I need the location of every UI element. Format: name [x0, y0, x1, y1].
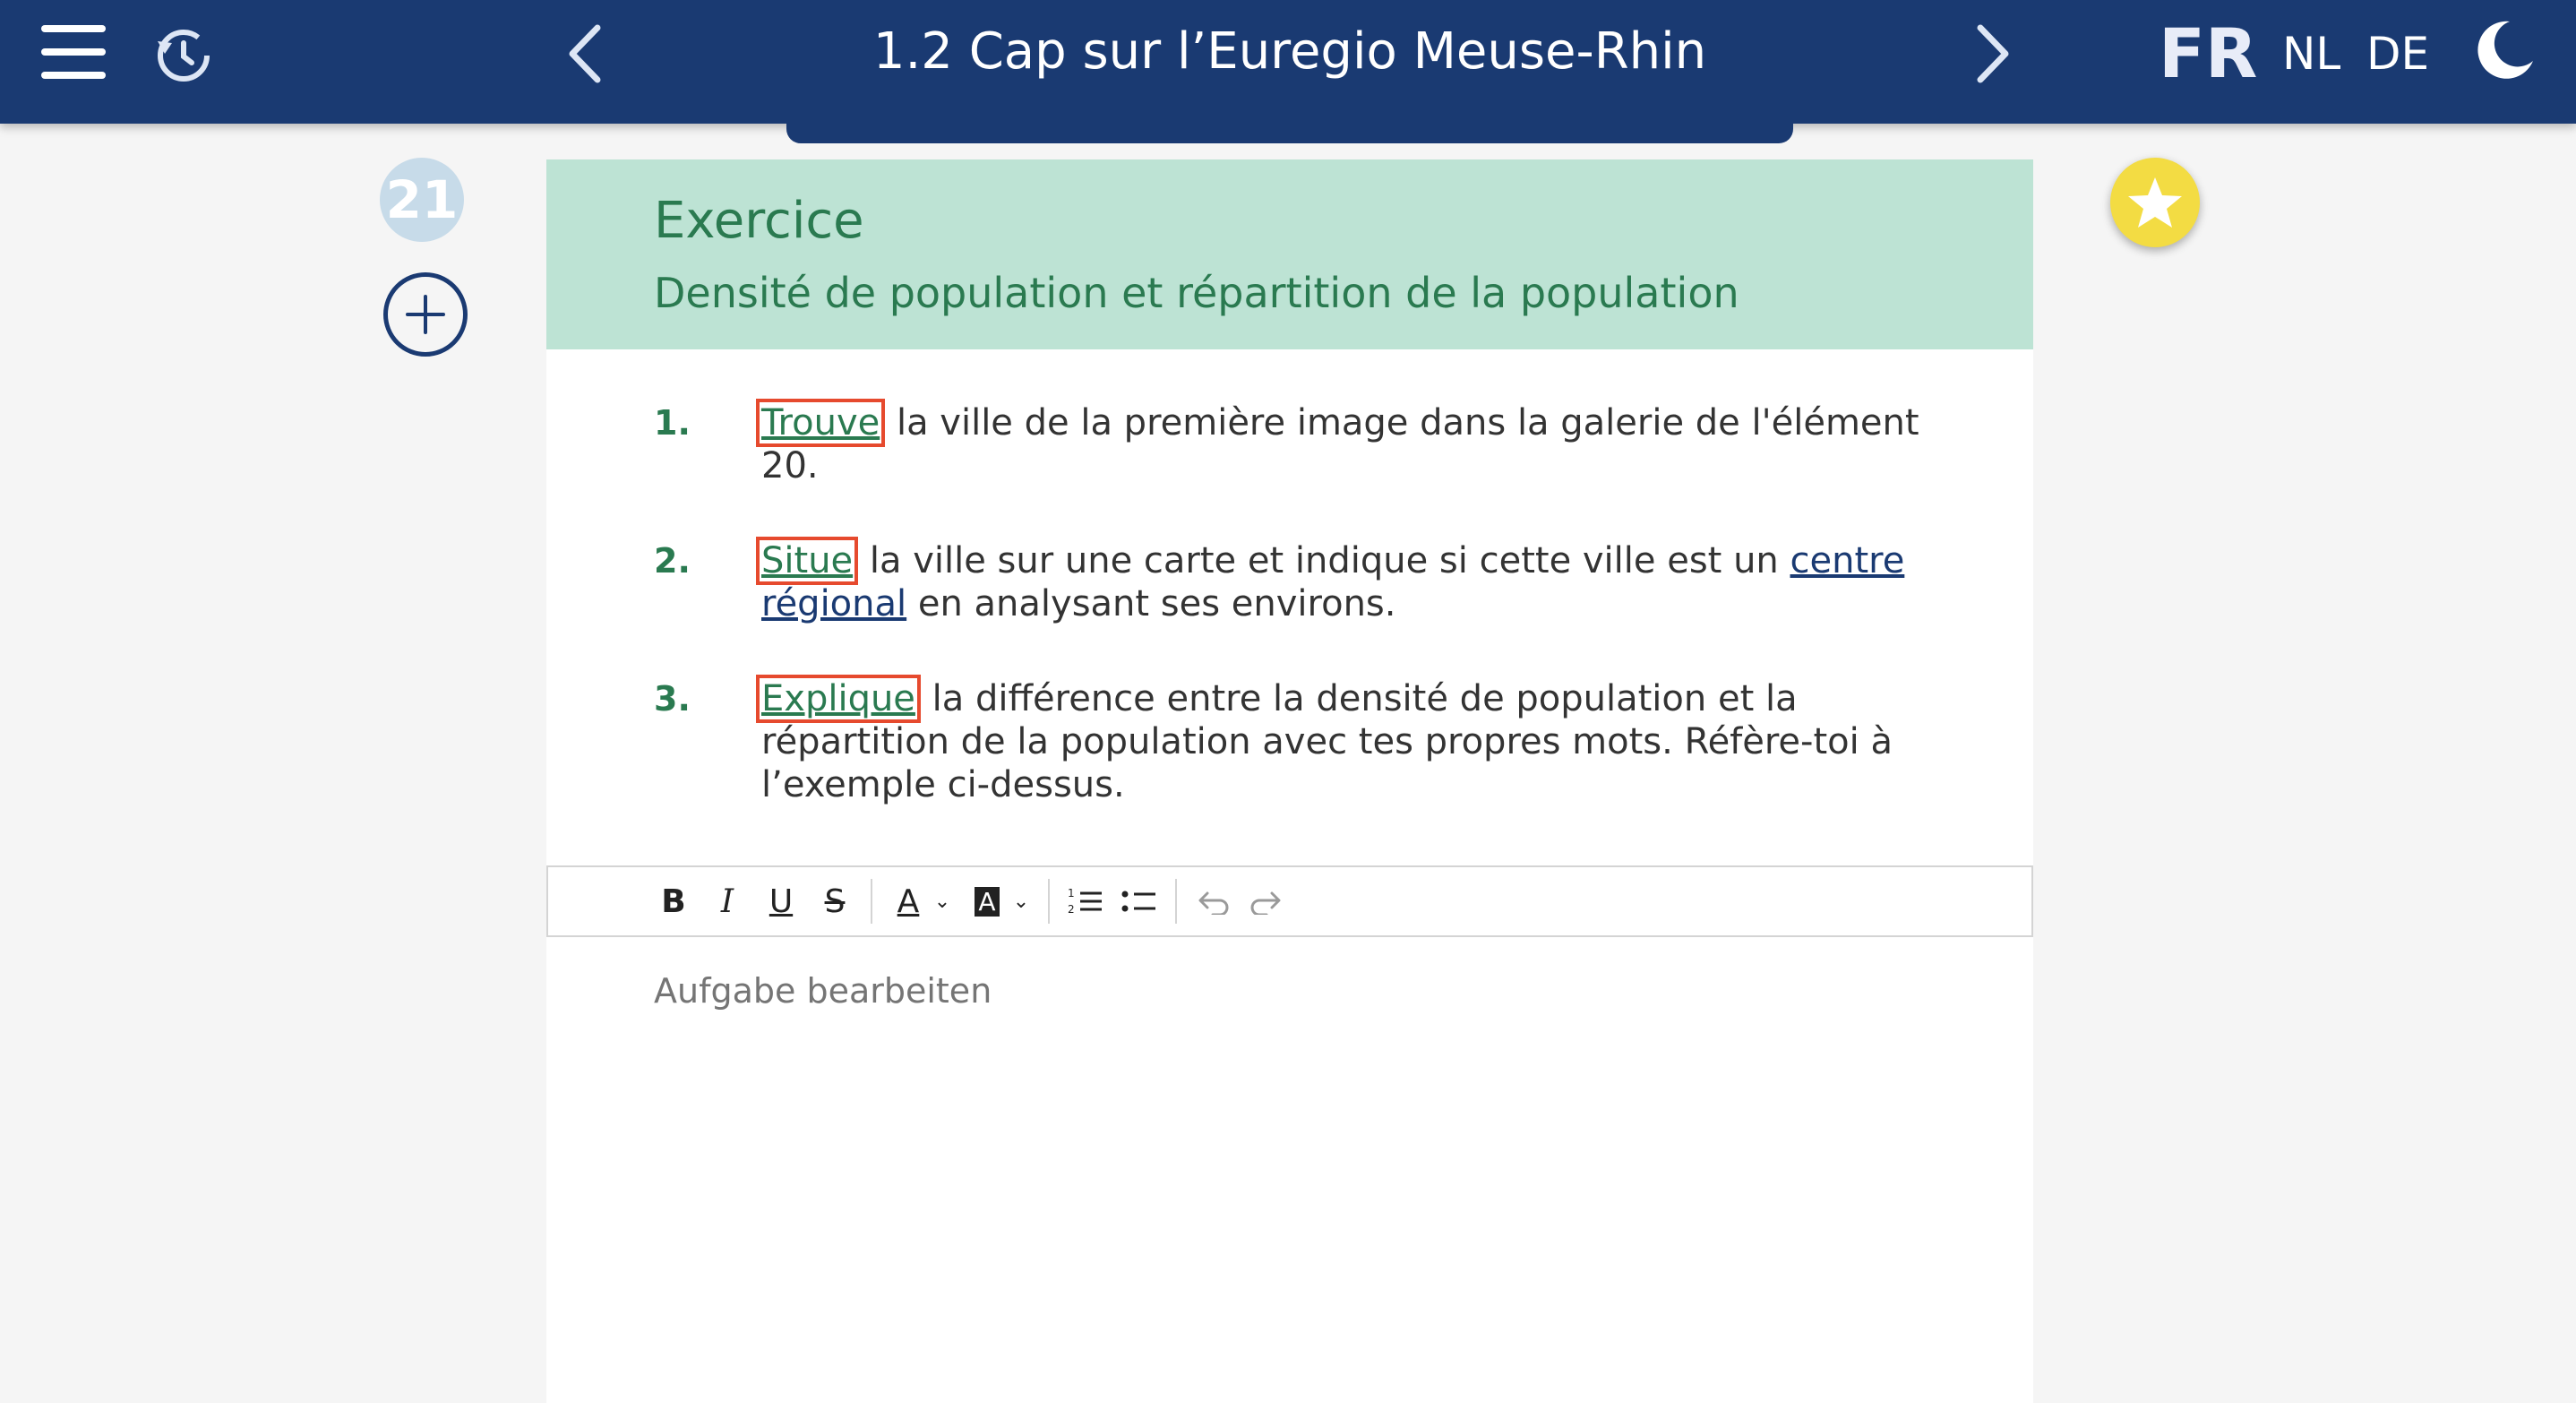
verb-link[interactable]: Explique — [756, 675, 921, 723]
chevron-down-icon[interactable]: ⌄ — [924, 874, 960, 928]
star-icon[interactable] — [2110, 158, 2200, 247]
item-number: 3. — [654, 679, 691, 719]
bold-button[interactable]: B — [647, 874, 700, 928]
item-number: 1. — [654, 403, 691, 443]
top-navigation-bar: 1.2 Cap sur l’Euregio Meuse-Rhin FR NL D… — [0, 0, 2576, 124]
verb-link[interactable]: Situe — [756, 537, 859, 585]
history-icon[interactable] — [150, 22, 217, 88]
undo-icon[interactable] — [1186, 874, 1240, 928]
toolbar-divider — [1048, 879, 1050, 924]
list-item: 3. Explique la différence entre la densi… — [654, 675, 1935, 806]
chevron-left-icon[interactable] — [557, 18, 611, 90]
item-text: Situe la ville sur une carte et indique … — [756, 537, 1926, 625]
chevron-down-icon[interactable]: ⌄ — [1003, 874, 1039, 928]
item-number: 2. — [654, 541, 691, 581]
item-body-end: en analysant ses environs. — [906, 583, 1396, 624]
header-tab-extension — [786, 116, 1793, 143]
toolbar-divider — [871, 879, 872, 924]
exercise-list: 1. Trouve la ville de la première image … — [654, 399, 1935, 858]
italic-button[interactable]: I — [700, 874, 754, 928]
exercise-subheading: Densité de population et répartition de … — [654, 269, 1739, 317]
verb-link[interactable]: Trouve — [756, 399, 886, 447]
item-body: la ville sur une carte et indique si cet… — [858, 540, 1790, 581]
underline-button[interactable]: U — [754, 874, 808, 928]
plus-circle-icon[interactable] — [383, 272, 468, 357]
svg-text:2: 2 — [1068, 903, 1075, 916]
answer-editor: B I U S A ⌄ A ⌄ 12 Aufgabe bearbeiten — [546, 865, 2033, 1403]
list-item: 1. Trouve la ville de la première image … — [654, 399, 1935, 487]
item-text: Explique la différence entre la densité … — [756, 675, 1926, 806]
editor-placeholder[interactable]: Aufgabe bearbeiten — [654, 971, 992, 1011]
redo-icon[interactable] — [1240, 874, 1293, 928]
item-body: la ville de la première image dans la ga… — [761, 402, 1919, 486]
language-de[interactable]: DE — [2366, 18, 2429, 90]
language-nl[interactable]: NL — [2282, 18, 2340, 90]
exercise-heading: Exercice — [654, 192, 864, 250]
editor-toolbar: B I U S A ⌄ A ⌄ 12 — [546, 865, 2033, 937]
list-item: 2. Situe la ville sur une carte et indiq… — [654, 537, 1935, 625]
item-text: Trouve la ville de la première image dan… — [756, 399, 1926, 487]
hamburger-menu-icon[interactable] — [39, 25, 107, 79]
svg-text:1: 1 — [1068, 887, 1075, 899]
element-number-badge: 21 — [380, 158, 464, 242]
exercise-card: Exercice Densité de population et répart… — [546, 159, 2033, 1403]
bullet-list-icon[interactable] — [1112, 874, 1166, 928]
language-fr[interactable]: FR — [2159, 18, 2257, 90]
moon-icon[interactable] — [2469, 14, 2540, 86]
toolbar-divider — [1175, 879, 1177, 924]
highlight-label: A — [975, 886, 1000, 917]
strikethrough-button[interactable]: S — [808, 874, 862, 928]
ordered-list-icon[interactable]: 12 — [1059, 874, 1112, 928]
item-body: la différence entre la densité de popula… — [761, 678, 1893, 805]
chevron-right-icon[interactable] — [1967, 18, 2021, 90]
page-title: 1.2 Cap sur l’Euregio Meuse-Rhin — [872, 22, 1707, 81]
exercise-header: Exercice Densité de population et répart… — [546, 159, 2033, 349]
